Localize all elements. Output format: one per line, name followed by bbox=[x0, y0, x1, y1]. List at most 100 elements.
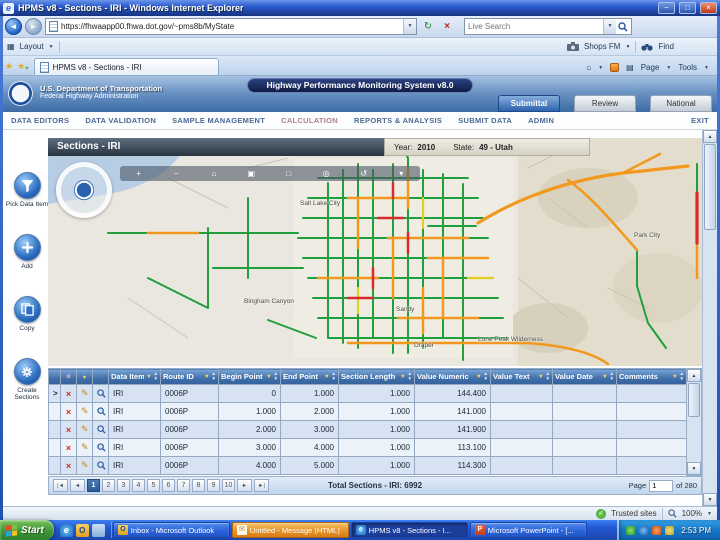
column-header-data-item[interactable]: Data Item ▼ ▲ ▼ bbox=[108, 368, 161, 385]
table-row[interactable]: × ✎ IRI 0006P 4.000 5.000 1.000 114.300 bbox=[48, 456, 687, 475]
view-row-icon[interactable] bbox=[92, 420, 109, 439]
window-scrollbar[interactable]: ▲ ▼ bbox=[702, 130, 717, 506]
layers-icon[interactable]: ▣ bbox=[244, 167, 258, 181]
nav-calculation[interactable]: CALCULATION bbox=[281, 116, 338, 125]
row-selector[interactable] bbox=[48, 402, 61, 421]
delete-row-icon[interactable]: × bbox=[60, 402, 77, 421]
column-header-begin-point[interactable]: Begin Point ▼ ▲ ▼ bbox=[218, 368, 281, 385]
copy-tool[interactable]: Copy bbox=[5, 296, 49, 332]
nav-sample-management[interactable]: SAMPLE MANAGEMENT bbox=[172, 116, 265, 125]
nav-data-validation[interactable]: DATA VALIDATION bbox=[85, 116, 156, 125]
row-selector[interactable] bbox=[48, 438, 61, 457]
url-input[interactable] bbox=[61, 22, 400, 31]
reset-view-icon[interactable]: ↺ bbox=[357, 167, 371, 181]
pager-next-button[interactable]: ► bbox=[237, 479, 252, 492]
edit-row-icon[interactable]: ✎ bbox=[76, 456, 93, 475]
road-condition-map[interactable]: Salt Lake City Sandy Draper Bingham Cany… bbox=[48, 138, 702, 366]
taskbar-button-outlook[interactable]: O Inbox - Microsoft Outlook bbox=[112, 522, 230, 538]
column-header-comments[interactable]: Comments ▼ ▲ ▼ bbox=[616, 368, 687, 385]
row-selector[interactable] bbox=[48, 456, 61, 475]
pager-first-button[interactable]: |◄ bbox=[53, 479, 68, 492]
pick-data-item-tool[interactable]: Pick Data Item bbox=[5, 172, 49, 208]
forward-button[interactable]: ► bbox=[25, 18, 42, 35]
pager-page-button[interactable]: 7 bbox=[177, 479, 190, 492]
scroll-down-icon[interactable]: ▼ bbox=[687, 462, 701, 475]
refresh-icon[interactable]: ↻ bbox=[420, 21, 436, 32]
pager-page-button[interactable]: 4 bbox=[132, 479, 145, 492]
scroll-thumb[interactable] bbox=[688, 383, 700, 417]
delete-row-icon[interactable]: × bbox=[60, 456, 77, 475]
table-row[interactable]: × ✎ IRI 0006P 2.000 3.000 1.000 141.900 bbox=[48, 420, 687, 439]
quick-launch-outlook-icon[interactable]: O bbox=[75, 523, 89, 537]
taskbar-button-message[interactable]: ✉ Untitled - Message (HTML) bbox=[231, 522, 349, 538]
taskbar-button-hpms[interactable]: e HPMS v8 - Sections - I... bbox=[350, 522, 468, 538]
nav-data-editors[interactable]: DATA EDITORS bbox=[11, 116, 69, 125]
view-row-icon[interactable] bbox=[92, 384, 109, 403]
create-sections-tool[interactable]: Create Sections bbox=[5, 358, 49, 402]
pager-page-button[interactable]: 1 bbox=[87, 479, 100, 492]
year-value[interactable]: 2010 bbox=[417, 143, 435, 152]
view-row-icon[interactable] bbox=[92, 402, 109, 421]
volume-icon[interactable] bbox=[665, 525, 675, 535]
rss-feed-icon[interactable] bbox=[610, 63, 620, 72]
nav-exit[interactable]: EXIT bbox=[691, 116, 709, 125]
row-selector[interactable] bbox=[48, 420, 61, 439]
pager-page-button[interactable]: 3 bbox=[117, 479, 130, 492]
print-icon[interactable]: ▤ bbox=[626, 63, 634, 72]
capture-menu[interactable]: Shops FM bbox=[584, 42, 620, 51]
scroll-thumb[interactable] bbox=[704, 144, 716, 230]
column-header-section-length[interactable]: Section Length ▼ ▲ ▼ bbox=[338, 368, 415, 385]
row-selector[interactable]: > bbox=[48, 384, 61, 403]
column-header-value-text[interactable]: Value Text ▼ ▲ ▼ bbox=[490, 368, 553, 385]
scroll-up-icon[interactable]: ▲ bbox=[703, 130, 717, 143]
taskbar-button-powerpoint[interactable]: P Microsoft PowerPoint - [... bbox=[469, 522, 587, 538]
edit-row-icon[interactable]: ✎ bbox=[76, 384, 93, 403]
layout-menu[interactable]: Layout bbox=[20, 42, 44, 51]
page-number-input[interactable] bbox=[649, 479, 674, 492]
table-row[interactable]: > × ✎ IRI 0006P 0 1.000 1.000 144.400 bbox=[48, 384, 687, 403]
favorites-star-icon[interactable]: ★ bbox=[3, 61, 15, 75]
add-tool[interactable]: Add bbox=[5, 234, 49, 270]
map-pan-control[interactable] bbox=[56, 162, 112, 218]
view-row-icon[interactable] bbox=[92, 456, 109, 475]
start-button[interactable]: Start bbox=[0, 520, 54, 540]
delete-row-icon[interactable]: × bbox=[60, 420, 77, 439]
stop-icon[interactable]: × bbox=[439, 21, 455, 32]
delete-row-icon[interactable]: × bbox=[60, 384, 77, 403]
address-dropdown-icon[interactable]: ▼ bbox=[403, 19, 416, 34]
pager-page-button[interactable]: 10 bbox=[222, 479, 235, 492]
nav-submit-data[interactable]: SUBMIT DATA bbox=[458, 116, 512, 125]
tools-menu[interactable]: Tools bbox=[678, 63, 697, 72]
identify-icon[interactable]: ◎ bbox=[319, 167, 333, 181]
home-icon[interactable]: ⌂ bbox=[586, 63, 591, 72]
antivirus-shield-icon[interactable] bbox=[626, 525, 636, 535]
funnel-icon[interactable] bbox=[13, 172, 41, 199]
clock[interactable]: 2:53 PM bbox=[681, 526, 711, 535]
search-input[interactable] bbox=[468, 22, 601, 31]
find-button[interactable]: Find bbox=[658, 42, 674, 51]
table-row[interactable]: × ✎ IRI 0006P 3.000 4.000 1.000 113.100 bbox=[48, 438, 687, 457]
tab-hpms[interactable]: HPMS v8 - Sections - IRI bbox=[33, 58, 219, 75]
address-field[interactable]: ▼ bbox=[45, 18, 417, 35]
more-tools-icon[interactable]: ▾ bbox=[394, 167, 408, 181]
pager-prev-button[interactable]: ◄ bbox=[70, 479, 85, 492]
nav-reports-analysis[interactable]: REPORTS & ANALYSIS bbox=[354, 116, 442, 125]
scroll-down-icon[interactable]: ▼ bbox=[703, 493, 717, 506]
back-button[interactable]: ◄ bbox=[5, 18, 22, 35]
gear-icon[interactable] bbox=[13, 358, 41, 385]
submittal-button[interactable]: Submittal bbox=[498, 95, 560, 112]
edit-row-icon[interactable]: ✎ bbox=[76, 420, 93, 439]
filter-icon[interactable]: ▼ bbox=[76, 368, 93, 385]
national-button[interactable]: National bbox=[650, 95, 712, 112]
nav-admin[interactable]: ADMIN bbox=[528, 116, 554, 125]
column-header-route-id[interactable]: Route ID ▼ ▲ ▼ bbox=[160, 368, 219, 385]
home-extent-icon[interactable]: ⌂ bbox=[207, 167, 221, 181]
close-button[interactable]: × bbox=[700, 2, 717, 14]
search-box[interactable]: ▼ bbox=[464, 18, 632, 35]
column-header-value-numeric[interactable]: Value Numeric ▼ ▲ ▼ bbox=[414, 368, 491, 385]
zoom-in-icon[interactable]: + bbox=[132, 167, 146, 181]
state-value[interactable]: 49 - Utah bbox=[479, 143, 513, 152]
column-header-value-date[interactable]: Value Date ▼ ▲ ▼ bbox=[552, 368, 617, 385]
maximize-button[interactable]: □ bbox=[679, 2, 696, 14]
pager-page-button[interactable]: 9 bbox=[207, 479, 220, 492]
